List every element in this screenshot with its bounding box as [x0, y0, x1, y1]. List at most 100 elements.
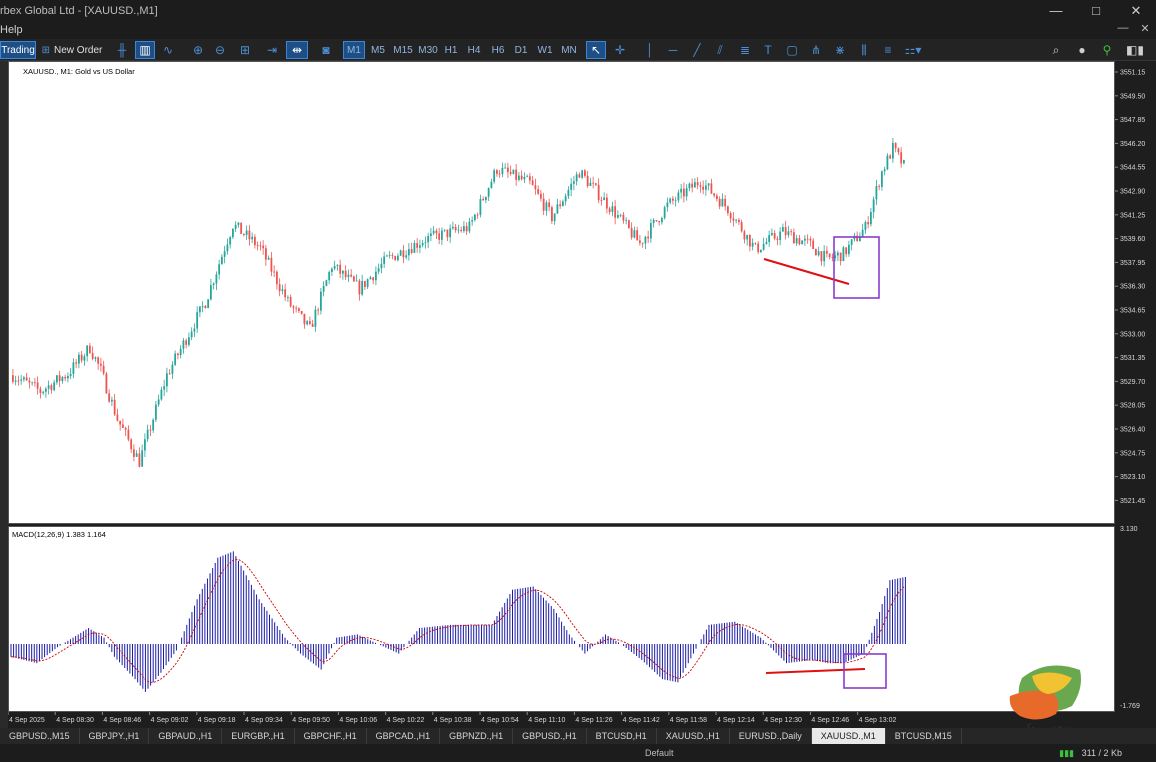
time-scale[interactable]: 4 Sep 2025 4 Sep 08:30 4 Sep 08:46 4 Sep 09…: [8, 712, 1115, 728]
trendline-icon[interactable]: ╱: [687, 41, 707, 59]
chart-tab[interactable]: XAUUSD.,H1: [657, 728, 730, 744]
candle-body: [471, 220, 474, 222]
candle-body: [732, 218, 735, 221]
candle-body: [314, 309, 317, 327]
minimize-icon[interactable]: —: [1036, 0, 1076, 22]
candle-body: [897, 148, 900, 153]
signals-icon[interactable]: ⚲: [1098, 41, 1116, 59]
chart-tab[interactable]: XAUUSD.,M1: [811, 728, 886, 744]
candle-body: [691, 183, 694, 188]
candle-body: [108, 393, 111, 402]
price-scale[interactable]: 3551.15 3549.50 3547.85 3546.20 3544.55 3542.…: [1115, 61, 1156, 712]
timeframe-h6[interactable]: H6: [488, 41, 508, 59]
candle-body: [23, 377, 25, 380]
vertical-line-icon[interactable]: │: [640, 41, 660, 59]
candle-body: [861, 229, 864, 237]
candle-body: [878, 186, 881, 187]
candle-body: [647, 236, 650, 239]
chart-tab[interactable]: EURGBP.,H1: [222, 728, 295, 744]
highlight-rectangle[interactable]: [833, 236, 880, 299]
candle-body: [798, 238, 801, 245]
chart-tab[interactable]: GBPCAD.,H1: [367, 728, 441, 744]
menu-help[interactable]: Help: [0, 24, 23, 36]
notifications-icon[interactable]: ●: [1072, 41, 1092, 59]
chart-tab[interactable]: GBPCHF.,H1: [295, 728, 367, 744]
text-icon[interactable]: T: [758, 41, 778, 59]
candle-body: [86, 345, 89, 357]
candle-body: [375, 271, 377, 281]
fibonacci-icon[interactable]: ≣: [735, 41, 755, 59]
close-icon[interactable]: ✕: [1116, 0, 1156, 22]
price-chart[interactable]: XAUUSD., M1: Gold vs US Dollar: [8, 61, 1115, 524]
channel-icon[interactable]: ⫽: [710, 41, 730, 59]
timeframe-m30[interactable]: M30: [416, 41, 440, 59]
macd-chart[interactable]: MACD(12,26,9) 1.383 1.164: [8, 526, 1115, 712]
bar-chart-icon[interactable]: ╫: [112, 41, 132, 59]
chart-tab[interactable]: BTCUSD,M15: [886, 728, 962, 744]
chart-tab[interactable]: BTCUSD,H1: [587, 728, 657, 744]
macd-highlight-rectangle[interactable]: [843, 653, 887, 689]
screenshot-icon[interactable]: ◙: [316, 41, 336, 59]
indicators-icon[interactable]: ≡: [878, 41, 898, 59]
zoom-out-icon[interactable]: ⊖: [210, 41, 230, 59]
gann-icon[interactable]: ⋇: [830, 41, 850, 59]
candle-body: [380, 263, 383, 269]
candle-body: [900, 152, 903, 164]
chart-tab[interactable]: EURUSD.,Daily: [730, 728, 812, 744]
candlestick-chart-icon[interactable]: ▥: [135, 41, 155, 59]
candle-body: [270, 257, 273, 272]
cycle-lines-icon[interactable]: ⫼: [854, 41, 874, 59]
timeframe-w1[interactable]: W1: [535, 41, 555, 59]
candle-body: [661, 218, 663, 223]
timeframe-h4[interactable]: H4: [464, 41, 484, 59]
timeframe-h1[interactable]: H1: [441, 41, 461, 59]
timeframe-mn[interactable]: MN: [558, 41, 580, 59]
auto-scroll-icon[interactable]: ⇥: [262, 41, 282, 59]
chart-tab[interactable]: GBPJPY.,H1: [80, 728, 150, 744]
candle-body: [251, 236, 254, 240]
pitchfork-icon[interactable]: ⋔: [806, 41, 826, 59]
candle-body: [812, 240, 815, 250]
candle-body: [831, 257, 834, 258]
horizontal-line-icon[interactable]: ─: [663, 41, 683, 59]
timeframe-d1[interactable]: D1: [511, 41, 531, 59]
account-icon[interactable]: ◧▮: [1118, 41, 1152, 59]
candle-body: [529, 176, 531, 181]
chart-shift-icon[interactable]: ⇹: [286, 41, 308, 59]
symbol-label: XAUUSD., M1: Gold vs US Dollar: [23, 67, 135, 76]
crosshair-icon[interactable]: ✛: [610, 41, 630, 59]
chart-tab[interactable]: GBPUSD.,M15: [0, 728, 80, 744]
macd-trendline-drawing[interactable]: [765, 668, 866, 674]
line-chart-icon[interactable]: ∿: [158, 41, 178, 59]
candle-body: [754, 242, 757, 244]
candle-body: [344, 270, 347, 278]
chart-tab[interactable]: GBPUSD.,H1: [513, 728, 587, 744]
chart-tab[interactable]: GBPNZD.,H1: [440, 728, 514, 744]
candle-body: [12, 375, 14, 382]
grid-icon[interactable]: ⊞: [235, 41, 255, 59]
candle-body: [388, 255, 391, 256]
candle-body: [146, 429, 149, 440]
zoom-in-icon[interactable]: ⊕: [188, 41, 208, 59]
timeframe-m1[interactable]: M1: [343, 41, 365, 59]
new-order-button[interactable]: ⊞ New Order: [40, 41, 104, 59]
candle-body: [256, 245, 259, 246]
shapes-icon[interactable]: ▢: [782, 41, 802, 59]
candle-body: [168, 373, 171, 375]
timeframe-m15[interactable]: M15: [391, 41, 415, 59]
timeframe-m5[interactable]: M5: [367, 41, 389, 59]
algo-trading-button[interactable]: Trading: [0, 41, 36, 59]
child-minimize-icon[interactable]: —: [1112, 22, 1134, 35]
templates-icon[interactable]: ⚏▾: [900, 41, 926, 59]
candle-body: [894, 142, 897, 149]
candle-body: [828, 253, 831, 258]
trendline-drawing[interactable]: [763, 257, 850, 286]
candle-body: [694, 182, 696, 188]
candle-body: [155, 404, 157, 420]
maximize-icon[interactable]: □: [1076, 0, 1116, 22]
chart-tab[interactable]: GBPAUD.,H1: [149, 728, 223, 744]
candle-body: [248, 230, 251, 240]
child-close-icon[interactable]: ✕: [1134, 22, 1156, 35]
search-icon[interactable]: ⌕: [1046, 41, 1066, 59]
cursor-icon[interactable]: ↖: [586, 41, 606, 59]
